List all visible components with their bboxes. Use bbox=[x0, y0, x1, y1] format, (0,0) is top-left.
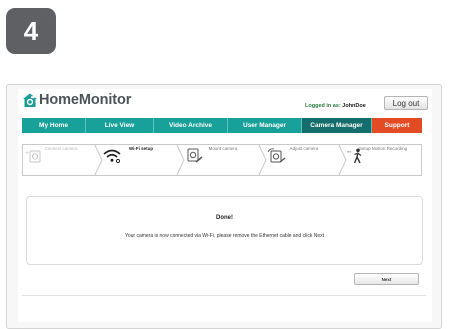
nav-item-video-archive[interactable]: Video Archive bbox=[154, 118, 228, 133]
message-title: Done! bbox=[216, 215, 233, 221]
wizard-step-mount-camera: Mount camera bbox=[183, 145, 263, 175]
wifi-icon bbox=[103, 149, 121, 164]
wizard-step-setup-motion-recording: »» Setup Motion Recording bbox=[345, 145, 421, 175]
logout-button[interactable]: Log out bbox=[384, 96, 428, 110]
app-window: HomeMonitor Logged in as: JohnDoe Log ou… bbox=[18, 89, 432, 322]
nav-item-my-home[interactable]: My Home bbox=[22, 118, 86, 133]
next-button[interactable]: Next bbox=[354, 273, 419, 285]
nav-item-support[interactable]: Support bbox=[372, 118, 422, 133]
mount-camera-icon bbox=[187, 148, 203, 163]
message-body: Your camera is now connected via Wi-Fi, … bbox=[124, 233, 325, 239]
wizard-steps: + Connect camera Wi-Fi setup Mount camer… bbox=[22, 144, 422, 176]
nav-item-camera-manager[interactable]: Camera Manager bbox=[302, 118, 372, 133]
username: JohnDoe bbox=[342, 103, 366, 109]
wizard-step-adjust-camera: Adjust camera bbox=[265, 145, 343, 175]
logo[interactable]: HomeMonitor bbox=[22, 92, 131, 108]
step-number-badge: 4 bbox=[6, 8, 56, 54]
wizard-step-connect-camera: + Connect camera bbox=[23, 145, 99, 175]
footer-divider bbox=[22, 295, 426, 296]
wizard-step-wifi-setup: Wi-Fi setup bbox=[101, 145, 181, 175]
adjust-camera-icon bbox=[267, 148, 286, 163]
main-nav: My Home Live View Video Archive User Man… bbox=[22, 118, 422, 133]
nav-item-user-manager[interactable]: User Manager bbox=[228, 118, 302, 133]
logged-in-label: Logged in as: bbox=[305, 103, 341, 109]
logo-text: HomeMonitor bbox=[39, 92, 132, 108]
nav-item-live-view[interactable]: Live View bbox=[86, 118, 154, 133]
logged-in-status: Logged in as: JohnDoe bbox=[305, 103, 366, 109]
svg-text:»»: »» bbox=[347, 149, 352, 154]
home-camera-icon bbox=[23, 93, 37, 107]
message-panel: Done! Your camera is now connected via W… bbox=[26, 196, 423, 265]
camera-add-icon: + bbox=[25, 150, 41, 163]
motion-person-icon: »» bbox=[347, 148, 362, 164]
svg-text:+: + bbox=[25, 150, 29, 157]
